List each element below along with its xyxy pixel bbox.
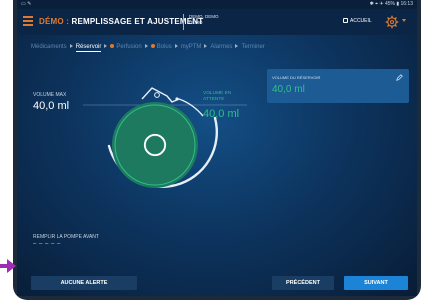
fill-pump-before-label: REMPLIR LA POMPE AVANT [33,234,99,240]
no-alert-button[interactable]: AUCUNE ALERTE [31,276,137,290]
tablet-frame: ▭ ✎ ✱ ⌖ ✈ 45% ▮ 16:13 DÉMO : REMPLISSAGE… [13,0,421,300]
reservoir-diagram [83,87,247,188]
reservoir-volume-panel[interactable]: VOLUME DU RÉSERVOIR 40,0 ml [267,69,409,103]
next-button[interactable]: SUIVANT [344,276,408,290]
pointer-arrow-icon [0,259,16,273]
reservoir-volume-value: 40,0 ml [272,84,305,95]
fill-pump-before-value: – – – – – [33,241,61,247]
edit-pencil-icon[interactable] [396,74,403,81]
previous-button[interactable]: PRÉCÉDENT [272,276,334,290]
reservoir-volume-label: VOLUME DU RÉSERVOIR [272,75,321,80]
volume-max-label: VOLUME MAX [33,92,67,98]
volume-attente-label: VOLUME EN ATTENTE [203,91,232,102]
app-screen: ▭ ✎ ✱ ⌖ ✈ 45% ▮ 16:13 DÉMO : REMPLISSAGE… [17,0,417,296]
volume-max-value: 40,0 ml [33,100,70,112]
volume-attente-value: 40,0 ml [203,108,240,120]
